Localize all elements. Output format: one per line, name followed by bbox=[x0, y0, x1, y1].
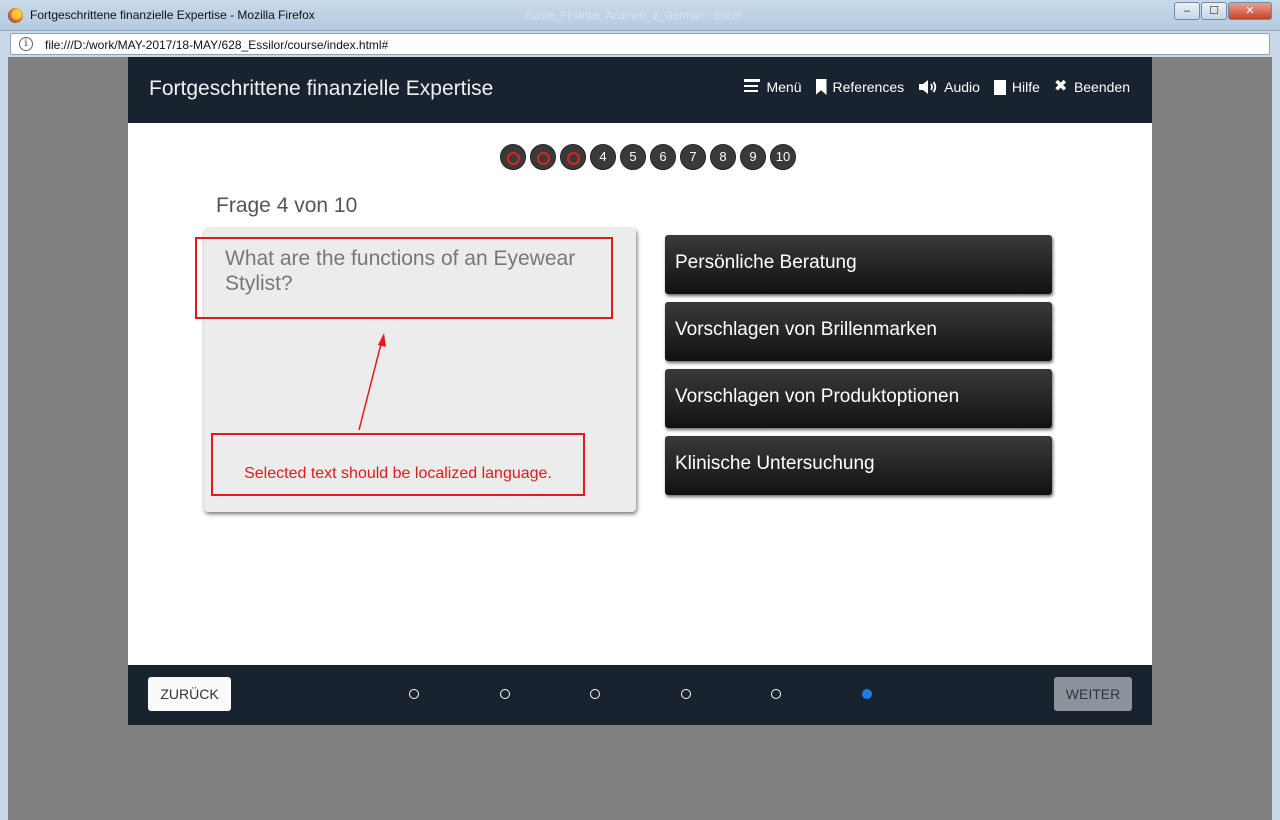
nav-exit-label: Beenden bbox=[1073, 79, 1130, 95]
info-icon[interactable]: i bbox=[19, 37, 33, 51]
nav-audio-label: Audio bbox=[944, 79, 980, 95]
maximize-button[interactable]: ☐ bbox=[1201, 2, 1227, 20]
background-window-title: Gaste_Finance_Acumen_2_German - Excel bbox=[525, 10, 741, 22]
address-bar[interactable]: i file:///D:/work/MAY-2017/18-MAY/628_Es… bbox=[10, 33, 1270, 55]
course-nav: Menü References Audio Hilfe ✖ Beenden bbox=[744, 79, 1130, 95]
question-pager-item[interactable]: 5 bbox=[620, 144, 646, 170]
page-dot[interactable] bbox=[499, 689, 510, 699]
question-pager-item[interactable] bbox=[560, 144, 586, 170]
firefox-logo-icon bbox=[8, 8, 23, 23]
url-text[interactable]: file:///D:/work/MAY-2017/18-MAY/628_Essi… bbox=[45, 38, 388, 52]
question-pager-item[interactable]: 4 bbox=[590, 144, 616, 170]
browser-titlebar: Fortgeschrittene finanzielle Expertise -… bbox=[0, 0, 1280, 31]
back-button[interactable]: ZURÜCK bbox=[148, 677, 231, 711]
annotation-note-box: Selected text should be localized langua… bbox=[211, 433, 585, 496]
question-pager-item[interactable]: 6 bbox=[650, 144, 676, 170]
nav-references-label: References bbox=[832, 79, 905, 95]
answer-list: Persönliche Beratung Vorschlagen von Bri… bbox=[665, 235, 1052, 503]
next-button[interactable]: WEITER bbox=[1054, 677, 1132, 711]
close-window-button[interactable]: ✕ bbox=[1228, 2, 1272, 20]
question-pager-item[interactable]: 7 bbox=[680, 144, 706, 170]
window-controls: – ☐ ✕ bbox=[1174, 2, 1272, 20]
page-dot[interactable] bbox=[590, 689, 600, 699]
question-pager: 4 5 6 7 8 9 10 bbox=[500, 144, 796, 170]
course-player: Fortgeschrittene finanzielle Expertise M… bbox=[128, 57, 1152, 725]
nav-audio[interactable]: Audio bbox=[918, 79, 980, 95]
annotation-text: Selected text should be localized langua… bbox=[244, 465, 552, 482]
menu-icon bbox=[744, 79, 761, 95]
question-pager-item[interactable]: 10 bbox=[770, 144, 796, 170]
nav-exit[interactable]: ✖ Beenden bbox=[1053, 78, 1130, 96]
close-icon: ✖ bbox=[1053, 78, 1068, 95]
question-pager-item[interactable] bbox=[500, 144, 526, 170]
nav-menu[interactable]: Menü bbox=[744, 79, 802, 95]
question-pager-item[interactable]: 9 bbox=[740, 144, 766, 170]
window-frame-right bbox=[1272, 57, 1280, 820]
page-dot[interactable] bbox=[861, 689, 872, 699]
address-bar-row: i file:///D:/work/MAY-2017/18-MAY/628_Es… bbox=[0, 31, 1280, 57]
answer-option[interactable]: Vorschlagen von Produktoptionen bbox=[665, 369, 1052, 428]
page-dot[interactable] bbox=[409, 689, 419, 699]
nav-references[interactable]: References bbox=[815, 79, 905, 95]
nav-help-label: Hilfe bbox=[1011, 79, 1040, 95]
window-frame-left bbox=[0, 57, 8, 820]
window-title: Fortgeschrittene finanzielle Expertise -… bbox=[30, 8, 315, 22]
help-icon bbox=[993, 79, 1006, 95]
page-dot[interactable] bbox=[680, 689, 691, 699]
minimize-button[interactable]: – bbox=[1174, 2, 1200, 20]
question-pager-item[interactable] bbox=[530, 144, 556, 170]
nav-menu-label: Menü bbox=[766, 79, 802, 95]
answer-option[interactable]: Persönliche Beratung bbox=[665, 235, 1052, 294]
nav-help[interactable]: Hilfe bbox=[993, 79, 1040, 95]
annotation-arrow bbox=[358, 333, 386, 431]
page-dot[interactable] bbox=[771, 689, 781, 699]
answer-option[interactable]: Vorschlagen von Brillenmarken bbox=[665, 302, 1052, 361]
course-footer: ZURÜCK WEITER bbox=[128, 665, 1152, 725]
question-pager-item[interactable]: 8 bbox=[710, 144, 736, 170]
audio-icon bbox=[918, 79, 938, 95]
bookmark-icon bbox=[815, 79, 827, 95]
answer-option[interactable]: Klinische Untersuchung bbox=[665, 436, 1052, 495]
